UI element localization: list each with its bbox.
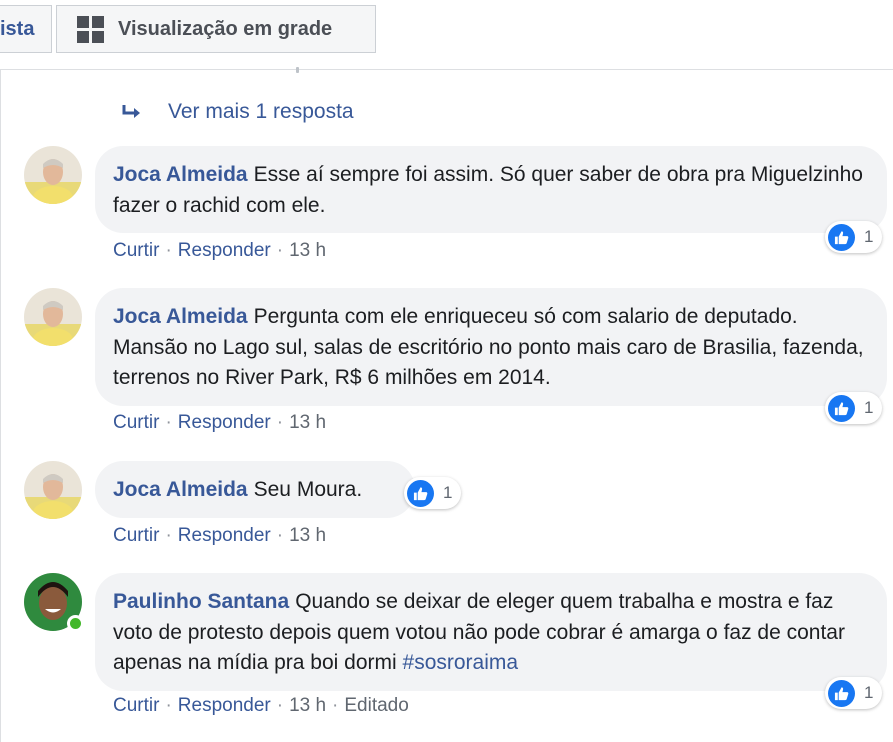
comment-text: Seu Moura. — [253, 478, 363, 501]
comment-author[interactable]: Joca Almeida — [113, 478, 248, 501]
like-link[interactable]: Curtir — [113, 412, 159, 433]
avatar[interactable] — [24, 461, 82, 519]
reaction-number: 1 — [443, 483, 453, 502]
reaction-number: 1 — [864, 683, 874, 702]
comment-timestamp[interactable]: 13 h — [289, 525, 326, 546]
view-toggle-bar: ista Visualização em grade — [0, 0, 893, 70]
comment-bubble: Joca Almeida Pergunta com ele enriqueceu … — [95, 288, 887, 406]
comment-bubble: Paulinho Santana Quando se deixar de eleg… — [95, 573, 887, 691]
comment-timestamp[interactable]: 13 h — [289, 695, 326, 716]
reply-link[interactable]: Responder — [178, 412, 271, 433]
view-more-replies-link[interactable]: Ver mais 1 resposta — [120, 100, 354, 124]
reaction-count[interactable]: 1 — [825, 677, 883, 709]
comment-author[interactable]: Paulinho Santana — [113, 590, 289, 613]
list-view-button[interactable]: ista — [0, 5, 52, 53]
reaction-count[interactable]: 1 — [825, 221, 883, 253]
comment-author[interactable]: Joca Almeida — [113, 305, 248, 328]
reply-link[interactable]: Responder — [178, 695, 271, 716]
comment-author[interactable]: Joca Almeida — [113, 163, 248, 186]
like-thumb-icon — [828, 223, 855, 251]
comment-actions: Curtir · Responder · 13 h — [113, 525, 327, 546]
avatar[interactable] — [24, 146, 82, 204]
like-thumb-icon — [407, 479, 434, 507]
comment-actions: Curtir · Responder · 13 h · Editado — [113, 695, 409, 716]
reply-link[interactable]: Responder — [178, 525, 271, 546]
reply-link[interactable]: Responder — [178, 240, 271, 261]
edited-label: Editado — [344, 695, 409, 716]
like-link[interactable]: Curtir — [113, 240, 159, 261]
online-status-icon — [67, 615, 84, 632]
comment-timestamp[interactable]: 13 h — [289, 240, 326, 261]
comment-actions: Curtir · Responder · 13 h — [113, 412, 327, 433]
thread-border — [0, 70, 1, 742]
like-thumb-icon — [828, 679, 855, 707]
reaction-count[interactable]: 1 — [825, 392, 883, 424]
hashtag-link[interactable]: #sosroraima — [403, 651, 519, 674]
like-thumb-icon — [828, 394, 855, 422]
comment-actions: Curtir · Responder · 13 h — [113, 240, 327, 261]
comment-bubble: Joca Almeida Seu Moura. — [95, 461, 415, 518]
comment-timestamp[interactable]: 13 h — [289, 412, 326, 433]
grid-view-label: Visualização em grade — [118, 17, 333, 40]
avatar[interactable] — [24, 288, 82, 346]
like-link[interactable]: Curtir — [113, 525, 159, 546]
list-view-label: ista — [0, 17, 35, 40]
scroll-marker — [296, 67, 299, 73]
grid-view-button[interactable]: Visualização em grade — [56, 5, 376, 53]
comment-bubble: Joca Almeida Esse aí sempre foi assim. Só… — [95, 146, 887, 233]
view-more-replies-label: Ver mais 1 resposta — [168, 100, 354, 123]
reaction-number: 1 — [864, 398, 874, 417]
grid-icon — [77, 15, 104, 43]
reaction-number: 1 — [864, 227, 874, 246]
reaction-count[interactable]: 1 — [404, 477, 462, 509]
like-link[interactable]: Curtir — [113, 695, 159, 716]
reply-arrow-icon — [122, 105, 140, 118]
